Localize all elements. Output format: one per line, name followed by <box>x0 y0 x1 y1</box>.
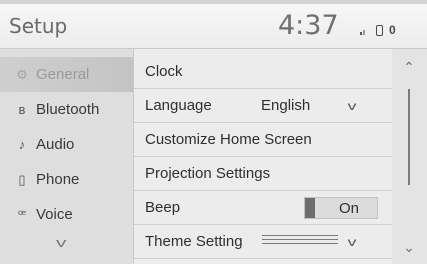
phone-battery-icon <box>376 24 383 36</box>
theme-preview-lines <box>262 235 338 249</box>
signal-icon <box>360 25 370 35</box>
sidebar-more-chevron-icon[interactable]: v <box>56 235 66 250</box>
scroll-down-icon[interactable]: ⌄ <box>396 239 422 256</box>
bluetooth-icon: ʙ <box>18 102 26 117</box>
sidebar-item-label: General <box>36 66 90 83</box>
settings-row-clock[interactable]: Clock <box>134 55 392 89</box>
chevron-down-icon: v <box>347 98 357 113</box>
sidebar-item-voice[interactable]: ꟹ Voice <box>0 197 133 232</box>
setup-screen: Setup 4:37 0 ⚙ General ʙ Bluetooth ♪ Aud… <box>0 0 427 264</box>
header-bar: Setup 4:37 0 <box>0 4 427 49</box>
page-title: Setup <box>9 14 68 38</box>
settings-list: Clock Language English v Customize Home … <box>134 49 392 264</box>
settings-row-projection[interactable]: Projection Settings <box>134 157 392 191</box>
settings-row-language[interactable]: Language English v <box>134 89 392 123</box>
beep-toggle[interactable]: On <box>304 197 378 219</box>
row-label: Clock <box>145 63 183 80</box>
phone-icon: ▯ <box>18 171 26 187</box>
row-label: Beep <box>145 199 181 216</box>
language-value: English <box>261 97 311 114</box>
settings-row-beep[interactable]: Beep On <box>134 191 392 225</box>
sidebar: ⚙ General ʙ Bluetooth ♪ Audio ▯ Phone ꟹ … <box>0 49 133 264</box>
sidebar-item-phone[interactable]: ▯ Phone <box>0 162 133 197</box>
sidebar-item-label: Voice <box>36 206 73 223</box>
gear-icon: ⚙ <box>16 66 28 82</box>
toggle-knob <box>305 198 315 218</box>
sidebar-item-audio[interactable]: ♪ Audio <box>0 127 133 162</box>
status-icons: 0 <box>360 23 396 37</box>
sidebar-item-label: Phone <box>36 171 80 188</box>
scroll-panel: ⌃ ⌄ <box>392 49 427 264</box>
music-note-icon: ♪ <box>18 137 26 152</box>
sidebar-item-general[interactable]: ⚙ General <box>0 57 133 92</box>
sidebar-item-label: Audio <box>36 136 75 153</box>
row-label: Projection Settings <box>145 165 271 182</box>
row-label: Theme Setting <box>145 233 243 250</box>
chevron-down-icon: v <box>347 234 357 249</box>
toggle-label: On <box>339 200 360 217</box>
scroll-up-icon[interactable]: ⌃ <box>396 59 422 76</box>
voice-icon: ꟹ <box>17 206 27 222</box>
settings-row-customize-home[interactable]: Customize Home Screen <box>134 123 392 157</box>
message-count-icon: 0 <box>389 23 396 37</box>
row-label: Customize Home Screen <box>145 131 312 148</box>
sidebar-item-bluetooth[interactable]: ʙ Bluetooth <box>0 92 133 127</box>
clock-display: 4:37 <box>278 10 339 41</box>
scrollbar[interactable] <box>408 89 410 185</box>
sidebar-item-label: Bluetooth <box>36 101 100 118</box>
settings-row-theme[interactable]: Theme Setting v <box>134 225 392 259</box>
row-label: Language <box>145 97 212 114</box>
